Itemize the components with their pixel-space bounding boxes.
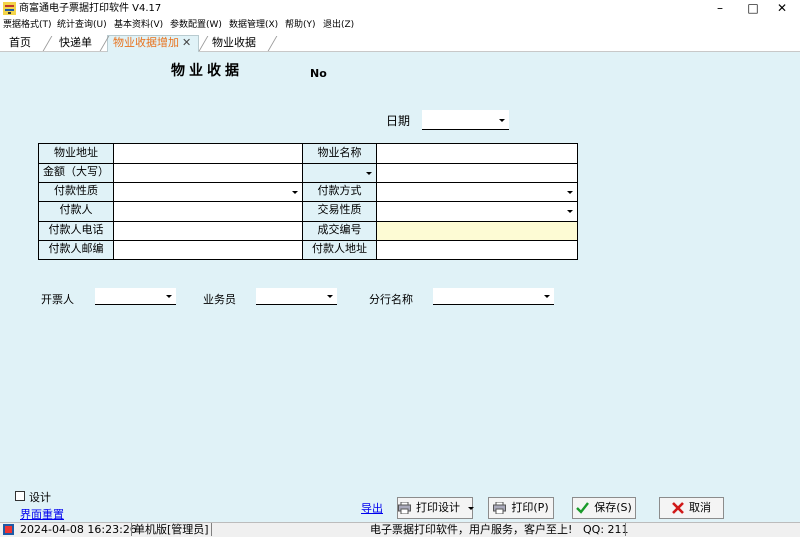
cancel-button[interactable]: 取消 (659, 497, 724, 519)
payment-nature-select[interactable] (114, 182, 302, 201)
salesman-label: 业务员 (203, 293, 236, 306)
print-design-label: 打印设计 (416, 501, 460, 514)
receipt-info-grid: 物业地址 金额（大写） 付款性质 付款人 付款人电话 付款人邮编 物业名称 付款… (38, 143, 578, 260)
property-name-label: 物业名称 (317, 146, 362, 159)
save-label: 保存(S) (594, 501, 632, 514)
menu-basic-data[interactable]: 基本资料(V) (114, 20, 163, 31)
chevron-down-icon (467, 506, 474, 510)
date-picker[interactable] (422, 110, 509, 130)
branch-name-select[interactable] (433, 288, 554, 305)
issuer-select[interactable] (95, 288, 176, 305)
cross-icon (672, 502, 684, 514)
payer-postcode-label: 付款人邮编 (48, 242, 104, 255)
amount-in-words-input[interactable] (114, 163, 302, 182)
printer-icon (493, 502, 507, 514)
design-checkbox[interactable] (15, 491, 25, 501)
menu-data-management[interactable]: 数据管理(X) (229, 20, 278, 31)
print-button[interactable]: 打印(P) (488, 497, 554, 519)
payment-method-label: 付款方式 (317, 184, 362, 197)
amount-unit-select[interactable] (303, 163, 376, 182)
status-divider (211, 523, 212, 536)
property-name-input[interactable] (377, 144, 577, 163)
printer-icon (398, 502, 411, 514)
status-divider (131, 523, 132, 536)
property-address-label: 物业地址 (54, 146, 98, 159)
amount-in-words-label: 金额（大写） (43, 165, 109, 178)
payer-address-label: 付款人地址 (312, 242, 367, 255)
payer-address-input[interactable] (377, 240, 577, 259)
app-logo-icon (3, 2, 16, 15)
payer-phone-label: 付款人电话 (48, 223, 104, 236)
print-label: 打印(P) (511, 501, 549, 514)
transaction-type-label: 交易性质 (317, 203, 362, 216)
tab-express-waybill[interactable]: 快递单 (59, 36, 92, 51)
issuer-label: 开票人 (41, 293, 74, 306)
cancel-label: 取消 (689, 501, 711, 514)
amount-figures-input[interactable] (377, 163, 577, 182)
save-button[interactable]: 保存(S) (572, 497, 636, 519)
salesman-select[interactable] (256, 288, 337, 305)
payer-input[interactable] (114, 201, 302, 221)
menu-ticket-format[interactable]: 票据格式(T) (3, 20, 52, 31)
payment-nature-label: 付款性质 (54, 184, 98, 197)
tab-home[interactable]: 首页 (9, 36, 31, 51)
payer-label: 付款人 (59, 203, 93, 216)
chevron-down-icon (544, 295, 550, 298)
window-title: 商富通电子票据打印软件 V4.17 (19, 3, 162, 14)
chevron-down-icon (292, 190, 298, 194)
menu-parameter-config[interactable]: 参数配置(W) (170, 20, 222, 31)
tab-property-receipt[interactable]: 物业收据 (212, 36, 256, 51)
transaction-type-select[interactable] (377, 201, 577, 221)
chevron-down-icon (567, 190, 573, 194)
chevron-down-icon (366, 171, 372, 175)
branch-name-label: 分行名称 (369, 293, 413, 306)
checkmark-icon (576, 502, 590, 514)
deal-number-input[interactable] (377, 221, 577, 240)
tab-property-receipt-add[interactable]: 物业收据增加 (113, 36, 179, 51)
payer-postcode-input[interactable] (114, 240, 302, 259)
form-title: 物业收据 (171, 63, 243, 79)
chevron-down-icon (166, 295, 172, 298)
payment-method-select[interactable] (377, 182, 577, 201)
menu-statistics-query[interactable]: 统计查询(U) (57, 20, 107, 31)
menu-exit[interactable]: 退出(Z) (323, 20, 354, 31)
close-window-button[interactable]: ✕ (762, 0, 800, 18)
payer-phone-input[interactable] (114, 221, 302, 240)
chevron-down-icon (499, 118, 505, 122)
tab-close-icon[interactable]: ✕ (182, 36, 191, 51)
design-label: 设计 (29, 491, 51, 504)
date-label: 日期 (386, 114, 411, 128)
print-design-button[interactable]: 打印设计 (397, 497, 474, 519)
status-mode: 单机版[管理员] (134, 523, 209, 536)
menu-help[interactable]: 帮助(Y) (285, 20, 316, 31)
chevron-down-icon (567, 210, 573, 213)
chevron-down-icon (327, 295, 333, 298)
export-link[interactable]: 导出 (361, 500, 383, 516)
status-datetime: 2024-04-08 16:23:26 (20, 523, 137, 536)
receipt-number-label: No (310, 67, 327, 80)
property-address-input[interactable] (114, 144, 302, 163)
status-qq: QQ: 211 (580, 523, 629, 536)
status-divider (625, 523, 626, 536)
app-status-icon (3, 524, 14, 535)
deal-number-label: 成交编号 (317, 223, 362, 236)
reset-layout-link[interactable]: 界面重置 (20, 506, 64, 522)
